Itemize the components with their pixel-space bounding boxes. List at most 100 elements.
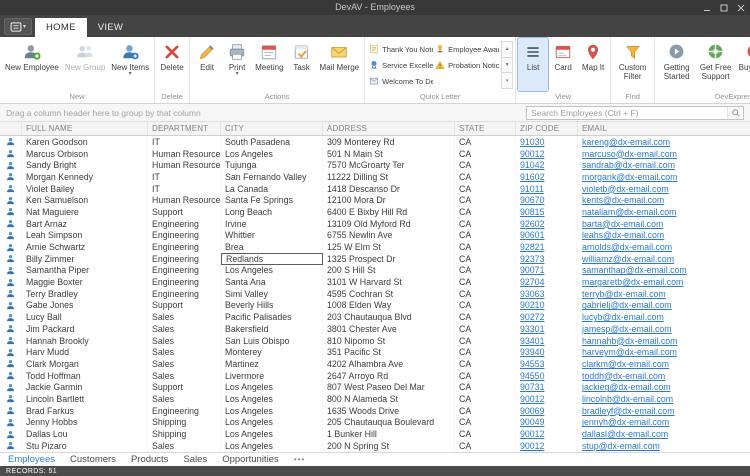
probation-notice-item[interactable]: Probation Notice [433,57,499,73]
print-button[interactable]: Print ▾ [222,38,252,91]
welcome-to-devav-item[interactable]: Welcome To DevAV [367,73,433,89]
email-link[interactable]: stup@dx-email.com [582,441,660,451]
zip-code-link[interactable]: 94553 [520,359,544,369]
close-button[interactable] [737,4,745,12]
email-link[interactable]: morgank@dx-email.com [582,172,677,182]
zip-code-link[interactable]: 90210 [520,300,544,310]
email-link[interactable]: nataliam@dx-email.com [582,207,677,217]
zip-code-link[interactable]: 90272 [520,312,544,322]
service-excellence-item[interactable]: Service Excellence [367,57,433,73]
zip-code-link[interactable]: 93940 [520,347,544,357]
zip-code-link[interactable]: 92821 [520,242,544,252]
gallery-scroll-up-button[interactable]: ▲ [501,41,513,58]
new-group-button[interactable]: New Group [62,38,108,91]
zip-code-link[interactable]: 90012 [520,394,544,404]
custom-filter-button[interactable]: Custom Filter [613,38,652,91]
table-row[interactable]: Ken Samuelson Human Resources Santa Fe S… [0,194,750,206]
email-link[interactable]: bradleyf@dx-email.com [582,406,675,416]
column-header-city[interactable]: CITY [221,122,323,135]
email-link[interactable]: marcuso@dx-email.com [582,149,677,159]
getting-started-button[interactable]: Getting Started [657,38,696,91]
zip-code-link[interactable]: 93301 [520,324,544,334]
table-row[interactable]: Brad Farkus Engineering Los Angeles 1635… [0,405,750,417]
email-link[interactable]: jamesp@dx-email.com [582,324,672,334]
table-row[interactable]: Jim Packard Sales Bakersfield 3801 Chest… [0,323,750,335]
table-row[interactable]: Harv Mudd Sales Monterey 351 Pacific St … [0,346,750,358]
new-employee-button[interactable]: New Employee [2,38,62,91]
zip-code-link[interactable]: 90012 [520,429,544,439]
email-link[interactable]: arnolds@dx-email.com [582,242,672,252]
email-link[interactable]: barta@dx-email.com [582,219,663,229]
tab-home[interactable]: HOME [35,18,87,37]
table-row[interactable]: Violet Bailey IT La Canada 1418 Descanso… [0,183,750,195]
thank-you-note-item[interactable]: Thank You Note [367,41,433,57]
map-it-button[interactable]: Map It [578,38,608,91]
table-row[interactable]: Terry Bradley Engineering Simi Valley 45… [0,288,750,300]
get-free-support-button[interactable]: Get Free Support [696,38,735,91]
email-link[interactable]: toddh@dx-email.com [582,371,665,381]
new-items-button[interactable]: New Items ▾ [108,38,152,91]
email-link[interactable]: terryb@dx-email.com [582,289,666,299]
zip-code-link[interactable]: 91042 [520,160,544,170]
mail-merge-button[interactable]: Mail Merge [317,38,363,91]
table-row[interactable]: Morgan Kennedy IT San Fernando Valley 11… [0,171,750,183]
email-link[interactable]: violetb@dx-email.com [582,184,669,194]
table-row[interactable]: Jackie Garmin Support Los Angeles 807 We… [0,381,750,393]
column-header-state[interactable]: STATE [455,122,516,135]
zip-code-link[interactable]: 90069 [520,406,544,416]
zip-code-link[interactable]: 91602 [520,172,544,182]
email-link[interactable]: kareng@dx-email.com [582,137,670,147]
table-row[interactable]: Lucy Ball Sales Pacific Palisades 203 Ch… [0,311,750,323]
table-row[interactable]: Clark Morgan Sales Martinez 4202 Alhambr… [0,358,750,370]
zip-code-link[interactable]: 90601 [520,230,544,240]
email-link[interactable]: samanthap@dx-email.com [582,265,687,275]
email-link[interactable]: jennyh@dx-email.com [582,417,669,427]
zip-code-link[interactable]: 92704 [520,277,544,287]
tab-employees[interactable]: Employees [8,454,55,465]
search-button[interactable] [727,107,743,119]
table-row[interactable]: Leah Simpson Engineering Whittier 6755 N… [0,230,750,242]
column-header-zip-code[interactable]: ZIP CODE [516,122,578,135]
column-header-department[interactable]: DEPARTMENT [148,122,221,135]
tab-opportunities[interactable]: Opportunities [222,454,279,465]
zip-code-link[interactable]: 94550 [520,371,544,381]
buy-now-button[interactable]: Buy Now [735,38,750,91]
email-link[interactable]: clarkm@dx-email.com [582,359,669,369]
app-menu-button[interactable]: ▾ [4,18,32,35]
email-link[interactable]: harveym@dx-email.com [582,347,677,357]
table-row[interactable]: Billy Zimmer Engineering Redlands 1325 P… [0,253,750,265]
zip-code-link[interactable]: 90012 [520,441,544,451]
tab-products[interactable]: Products [131,454,169,465]
table-row[interactable]: Nat Maguiere Support Long Beach 6400 E B… [0,206,750,218]
zip-code-link[interactable]: 93401 [520,336,544,346]
email-link[interactable]: kents@dx-email.com [582,195,664,205]
table-row[interactable]: Lincoln Bartlett Sales Los Angeles 800 N… [0,393,750,405]
email-link[interactable]: williamz@dx-email.com [582,254,674,264]
task-button[interactable]: Task [287,38,317,91]
table-row[interactable]: Arnie Schwartz Engineering Brea 125 W El… [0,241,750,253]
employee-award-item[interactable]: Employee Award [433,41,499,57]
meeting-button[interactable]: Meeting [252,38,286,91]
edit-button[interactable]: Edit [192,38,222,91]
email-link[interactable]: gabrielj@dx-email.com [582,300,672,310]
email-link[interactable]: jackieg@dx-email.com [582,382,671,392]
table-row[interactable]: Bart Arnaz Engineering Irvine 13109 Old … [0,218,750,230]
zip-code-link[interactable]: 90670 [520,195,544,205]
email-link[interactable]: lincolnb@dx-email.com [582,394,673,404]
email-link[interactable]: dallasl@dx-email.com [582,429,668,439]
tab-customers[interactable]: Customers [70,454,116,465]
table-row[interactable]: Karen Goodson IT South Pasadena 309 Mont… [0,136,750,148]
delete-button[interactable]: Delete [157,38,187,91]
zip-code-link[interactable]: 90049 [520,417,544,427]
zip-code-link[interactable]: 91011 [520,184,544,194]
email-link[interactable]: sandrab@dx-email.com [582,160,675,170]
card-view-button[interactable]: Card [548,38,578,91]
zip-code-link[interactable]: 92602 [520,219,544,229]
tab-sales[interactable]: Sales [183,454,207,465]
gallery-dropdown-button[interactable]: ▾ [501,72,513,89]
gallery-scroll-down-button[interactable]: ▼ [501,57,513,74]
column-header-address[interactable]: ADDRESS [323,122,455,135]
column-header-full-name[interactable]: FULL NAME [22,122,148,135]
tab-view[interactable]: VIEW [87,18,134,37]
more-tabs-button[interactable]: ••• [294,455,305,464]
